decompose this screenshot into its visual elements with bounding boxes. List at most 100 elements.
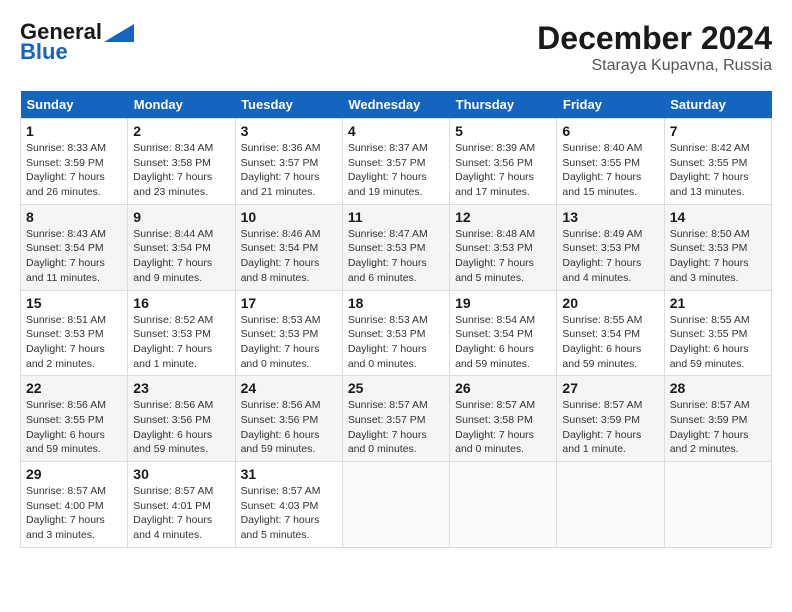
calendar-cell: 26Sunrise: 8:57 AM Sunset: 3:58 PM Dayli… [450, 376, 557, 462]
calendar-cell: 11 Sunrise: 8:47 AM Sunset: 3:53 PM Dayli… [342, 204, 449, 290]
day-info: Sunrise: 8:49 AM Sunset: 3:53 PM Dayligh… [562, 227, 658, 286]
calendar-cell: 9 Sunrise: 8:44 AM Sunset: 3:54 PM Daylig… [128, 204, 235, 290]
day-of-week-header: Wednesday [342, 91, 449, 119]
day-info: Sunrise: 8:52 AM Sunset: 3:53 PM Dayligh… [133, 313, 229, 372]
month-title: December 2024 [537, 20, 772, 57]
calendar-cell [664, 462, 771, 548]
calendar-cell: 15Sunrise: 8:51 AM Sunset: 3:53 PM Dayli… [21, 290, 128, 376]
calendar-cell: 4 Sunrise: 8:37 AM Sunset: 3:57 PM Daylig… [342, 119, 449, 205]
day-of-week-header: Saturday [664, 91, 771, 119]
location-title: Staraya Kupavna, Russia [537, 57, 772, 75]
day-info: Sunrise: 8:42 AM Sunset: 3:55 PM Dayligh… [670, 141, 766, 200]
logo-blue-text: Blue [20, 40, 68, 64]
day-info: Sunrise: 8:37 AM Sunset: 3:57 PM Dayligh… [348, 141, 444, 200]
calendar-cell: 31 Sunrise: 8:57 AM Sunset: 4:03 PM Dayli… [235, 462, 342, 548]
day-info: Sunrise: 8:47 AM Sunset: 3:53 PM Dayligh… [348, 227, 444, 286]
calendar-cell: 18 Sunrise: 8:53 AM Sunset: 3:53 PM Dayli… [342, 290, 449, 376]
day-info: Sunrise: 8:55 AM Sunset: 3:54 PM Dayligh… [562, 313, 658, 372]
calendar-cell: 30 Sunrise: 8:57 AM Sunset: 4:01 PM Dayli… [128, 462, 235, 548]
day-number: 18 [348, 295, 444, 311]
calendar-week-row: 29 Sunrise: 8:57 AM Sunset: 4:00 PM Dayli… [21, 462, 772, 548]
calendar-cell: 1 Sunrise: 8:33 AM Sunset: 3:59 PM Daylig… [21, 119, 128, 205]
calendar-cell: 20Sunrise: 8:55 AM Sunset: 3:54 PM Dayli… [557, 290, 664, 376]
day-info: Sunrise: 8:43 AM Sunset: 3:54 PM Dayligh… [26, 227, 122, 286]
calendar-week-row: 15Sunrise: 8:51 AM Sunset: 3:53 PM Dayli… [21, 290, 772, 376]
day-info: Sunrise: 8:57 AM Sunset: 4:00 PM Dayligh… [26, 484, 122, 543]
day-info: Sunrise: 8:53 AM Sunset: 3:53 PM Dayligh… [241, 313, 337, 372]
calendar-cell: 12Sunrise: 8:48 AM Sunset: 3:53 PM Dayli… [450, 204, 557, 290]
day-info: Sunrise: 8:56 AM Sunset: 3:56 PM Dayligh… [241, 398, 337, 457]
calendar-cell: 2 Sunrise: 8:34 AM Sunset: 3:58 PM Daylig… [128, 119, 235, 205]
day-info: Sunrise: 8:39 AM Sunset: 3:56 PM Dayligh… [455, 141, 551, 200]
calendar-cell: 13 Sunrise: 8:49 AM Sunset: 3:53 PM Dayli… [557, 204, 664, 290]
day-number: 13 [562, 209, 658, 225]
day-number: 26 [455, 380, 551, 396]
day-info: Sunrise: 8:54 AM Sunset: 3:54 PM Dayligh… [455, 313, 551, 372]
day-number: 19 [455, 295, 551, 311]
day-info: Sunrise: 8:33 AM Sunset: 3:59 PM Dayligh… [26, 141, 122, 200]
logo: General Blue [20, 20, 134, 64]
calendar-cell: 14 Sunrise: 8:50 AM Sunset: 3:53 PM Dayli… [664, 204, 771, 290]
day-info: Sunrise: 8:57 AM Sunset: 3:57 PM Dayligh… [348, 398, 444, 457]
day-info: Sunrise: 8:57 AM Sunset: 3:59 PM Dayligh… [562, 398, 658, 457]
day-info: Sunrise: 8:50 AM Sunset: 3:53 PM Dayligh… [670, 227, 766, 286]
day-info: Sunrise: 8:48 AM Sunset: 3:53 PM Dayligh… [455, 227, 551, 286]
calendar-cell: 23 Sunrise: 8:56 AM Sunset: 3:56 PM Dayli… [128, 376, 235, 462]
day-info: Sunrise: 8:57 AM Sunset: 4:01 PM Dayligh… [133, 484, 229, 543]
page-header: General Blue December 2024 Staraya Kupav… [20, 20, 772, 75]
calendar-cell: 27Sunrise: 8:57 AM Sunset: 3:59 PM Dayli… [557, 376, 664, 462]
day-number: 11 [348, 209, 444, 225]
calendar-cell: 5Sunrise: 8:39 AM Sunset: 3:56 PM Daylig… [450, 119, 557, 205]
day-number: 24 [241, 380, 337, 396]
title-block: December 2024 Staraya Kupavna, Russia [537, 20, 772, 75]
day-info: Sunrise: 8:46 AM Sunset: 3:54 PM Dayligh… [241, 227, 337, 286]
day-number: 30 [133, 466, 229, 482]
calendar-cell: 6Sunrise: 8:40 AM Sunset: 3:55 PM Daylig… [557, 119, 664, 205]
day-info: Sunrise: 8:40 AM Sunset: 3:55 PM Dayligh… [562, 141, 658, 200]
calendar-cell: 21 Sunrise: 8:55 AM Sunset: 3:55 PM Dayli… [664, 290, 771, 376]
day-number: 9 [133, 209, 229, 225]
day-number: 4 [348, 123, 444, 139]
day-info: Sunrise: 8:53 AM Sunset: 3:53 PM Dayligh… [348, 313, 444, 372]
day-of-week-header: Friday [557, 91, 664, 119]
day-number: 22 [26, 380, 122, 396]
calendar-table: SundayMondayTuesdayWednesdayThursdayFrid… [20, 91, 772, 548]
day-info: Sunrise: 8:55 AM Sunset: 3:55 PM Dayligh… [670, 313, 766, 372]
day-number: 2 [133, 123, 229, 139]
day-of-week-header: Sunday [21, 91, 128, 119]
calendar-cell: 28 Sunrise: 8:57 AM Sunset: 3:59 PM Dayli… [664, 376, 771, 462]
calendar-cell: 29 Sunrise: 8:57 AM Sunset: 4:00 PM Dayli… [21, 462, 128, 548]
logo-icon [104, 24, 134, 42]
calendar-week-row: 8Sunrise: 8:43 AM Sunset: 3:54 PM Daylig… [21, 204, 772, 290]
calendar-cell: 17Sunrise: 8:53 AM Sunset: 3:53 PM Dayli… [235, 290, 342, 376]
day-info: Sunrise: 8:56 AM Sunset: 3:55 PM Dayligh… [26, 398, 122, 457]
day-info: Sunrise: 8:57 AM Sunset: 4:03 PM Dayligh… [241, 484, 337, 543]
day-info: Sunrise: 8:36 AM Sunset: 3:57 PM Dayligh… [241, 141, 337, 200]
day-number: 3 [241, 123, 337, 139]
day-number: 29 [26, 466, 122, 482]
day-number: 10 [241, 209, 337, 225]
day-number: 23 [133, 380, 229, 396]
calendar-week-row: 1 Sunrise: 8:33 AM Sunset: 3:59 PM Daylig… [21, 119, 772, 205]
calendar-cell: 22 Sunrise: 8:56 AM Sunset: 3:55 PM Dayli… [21, 376, 128, 462]
day-of-week-header: Monday [128, 91, 235, 119]
day-info: Sunrise: 8:34 AM Sunset: 3:58 PM Dayligh… [133, 141, 229, 200]
calendar-cell: 7 Sunrise: 8:42 AM Sunset: 3:55 PM Daylig… [664, 119, 771, 205]
day-number: 31 [241, 466, 337, 482]
day-number: 14 [670, 209, 766, 225]
calendar-cell: 10 Sunrise: 8:46 AM Sunset: 3:54 PM Dayli… [235, 204, 342, 290]
day-number: 21 [670, 295, 766, 311]
calendar-cell [342, 462, 449, 548]
calendar-cell: 19 Sunrise: 8:54 AM Sunset: 3:54 PM Dayli… [450, 290, 557, 376]
calendar-cell: 8Sunrise: 8:43 AM Sunset: 3:54 PM Daylig… [21, 204, 128, 290]
day-info: Sunrise: 8:51 AM Sunset: 3:53 PM Dayligh… [26, 313, 122, 372]
day-info: Sunrise: 8:44 AM Sunset: 3:54 PM Dayligh… [133, 227, 229, 286]
day-info: Sunrise: 8:57 AM Sunset: 3:59 PM Dayligh… [670, 398, 766, 457]
day-number: 25 [348, 380, 444, 396]
day-info: Sunrise: 8:56 AM Sunset: 3:56 PM Dayligh… [133, 398, 229, 457]
calendar-cell: 24 Sunrise: 8:56 AM Sunset: 3:56 PM Dayli… [235, 376, 342, 462]
day-number: 28 [670, 380, 766, 396]
day-number: 1 [26, 123, 122, 139]
day-number: 7 [670, 123, 766, 139]
day-of-week-header: Thursday [450, 91, 557, 119]
